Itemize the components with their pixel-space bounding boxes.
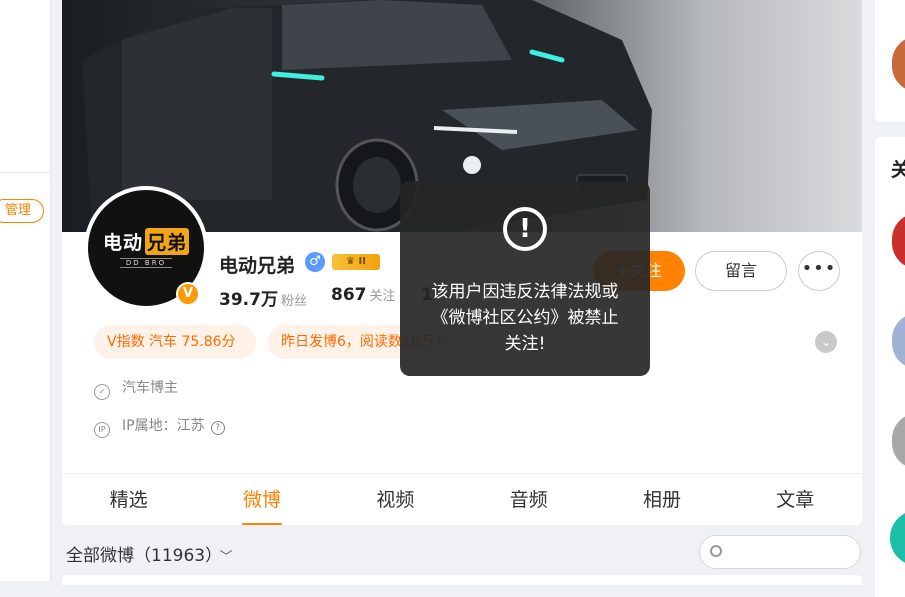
feed-filter-dropdown[interactable]: 全部微博（11963） ﹀ bbox=[66, 541, 233, 566]
profile-username: 电动兄弟 bbox=[219, 255, 296, 277]
sidebar-divider bbox=[0, 172, 50, 173]
member-level-text: II bbox=[358, 256, 366, 267]
avatar-logo-highlight: 兄弟 bbox=[145, 228, 190, 255]
fans-label: 粉丝 bbox=[280, 294, 307, 309]
male-gender-icon: ♂ bbox=[305, 252, 325, 272]
avatar-logo: 电动 兄弟 bbox=[102, 228, 190, 255]
role-row: ✓ 汽车博主 bbox=[94, 377, 178, 400]
avatar-subtitle: DD BRO bbox=[119, 258, 173, 268]
warning-icon: ! bbox=[503, 207, 547, 251]
help-icon[interactable]: ? bbox=[210, 421, 225, 435]
search-icon bbox=[710, 545, 722, 557]
manage-button[interactable]: 管理 bbox=[0, 199, 44, 223]
verified-v-icon: V bbox=[176, 282, 200, 306]
following-label: 关注 bbox=[369, 289, 396, 304]
feed-search-input[interactable] bbox=[699, 535, 861, 569]
chevron-down-icon: ﹀ bbox=[219, 550, 233, 565]
chevron-down-icon[interactable]: ⌄ bbox=[815, 331, 837, 353]
ip-location-row: IP IP属地：江苏? bbox=[94, 415, 225, 438]
fans-value: 39.7万 bbox=[219, 290, 278, 310]
v-index-chip[interactable]: V指数 汽车 75.86分 bbox=[94, 325, 256, 359]
message-button[interactable]: 留言 bbox=[695, 251, 787, 291]
tab-featured[interactable]: 精选 bbox=[62, 474, 195, 525]
shield-icon: ✓ bbox=[94, 384, 110, 400]
tab-video[interactable]: 视频 bbox=[329, 474, 462, 525]
avatar-logo-text: 电动 bbox=[102, 232, 143, 254]
following-count[interactable]: 867 关注 bbox=[331, 285, 396, 305]
tab-articles[interactable]: 文章 bbox=[729, 474, 862, 525]
feed-filter-label: 全部微博（11963） bbox=[66, 546, 214, 566]
ip-location-text: IP属地：江苏 bbox=[122, 418, 205, 434]
feed-content-top bbox=[62, 575, 862, 585]
following-value: 867 bbox=[331, 285, 367, 305]
role-text: 汽车博主 bbox=[122, 380, 178, 396]
more-options-button[interactable]: ••• bbox=[798, 251, 840, 291]
toast-message: 该用户因违反法律法规或《微博社区公约》被禁止关注! bbox=[431, 282, 619, 354]
ip-icon: IP bbox=[94, 422, 110, 438]
profile-tabs: 精选 微博 视频 音频 相册 文章 bbox=[62, 473, 862, 525]
right-panel-title: 关 bbox=[891, 159, 905, 181]
fans-count[interactable]: 39.7万 粉丝 bbox=[219, 285, 307, 310]
left-sidebar bbox=[0, 0, 51, 581]
tab-audio[interactable]: 音频 bbox=[462, 474, 595, 525]
tab-album[interactable]: 相册 bbox=[595, 474, 728, 525]
tab-weibo[interactable]: 微博 bbox=[195, 474, 328, 525]
member-level-badge[interactable]: ♛ II bbox=[332, 254, 380, 270]
error-toast: ! 该用户因违反法律法规或《微博社区公约》被禁止关注! bbox=[400, 181, 650, 376]
